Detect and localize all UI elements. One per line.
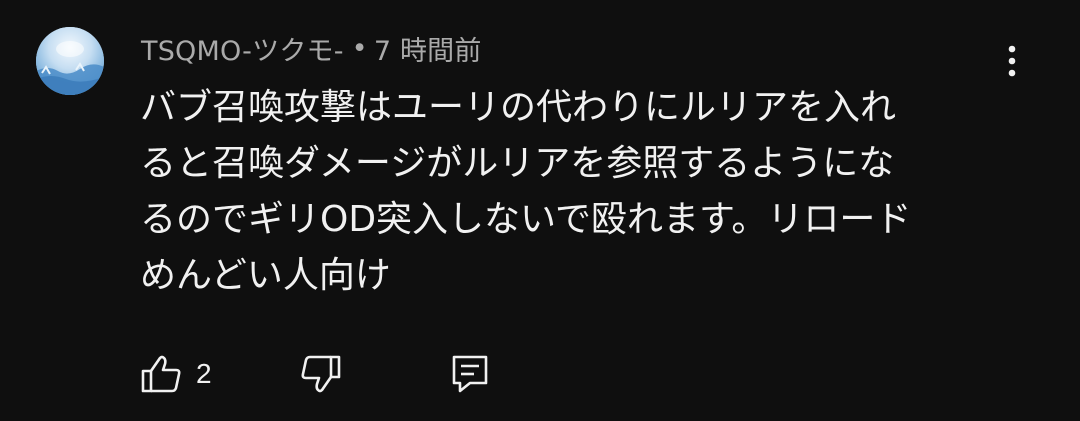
avatar[interactable] (36, 27, 104, 95)
comment-text: バブ召喚攻撃はユーリの代わりにルリアを入れ ると召喚ダメージがルリアを参照するよ… (140, 87, 912, 296)
thumb-down-icon (301, 355, 341, 393)
avatar-image (36, 27, 104, 95)
comment-timestamp[interactable]: 7 時間前 (374, 29, 482, 68)
meta-separator: • (351, 32, 368, 64)
comment-actions: 2 (140, 350, 510, 398)
comment-thread: TSQMO-ツクモ- • 7 時間前 バブ召喚攻撃はユーリの代わりにルリアを入れ… (0, 0, 1080, 421)
author-name[interactable]: TSQMO-ツクモ- (141, 29, 344, 68)
more-vert-icon (1008, 45, 1016, 77)
dislike-button[interactable] (300, 350, 450, 398)
like-button[interactable]: 2 (140, 350, 300, 398)
comment-menu-button[interactable] (996, 40, 1028, 82)
reply-button[interactable] (450, 350, 510, 398)
thumb-up-icon (141, 355, 181, 393)
comment-header: TSQMO-ツクモ- • 7 時間前 (141, 29, 482, 68)
like-count: 2 (196, 358, 212, 389)
reply-comment-icon (452, 355, 488, 393)
